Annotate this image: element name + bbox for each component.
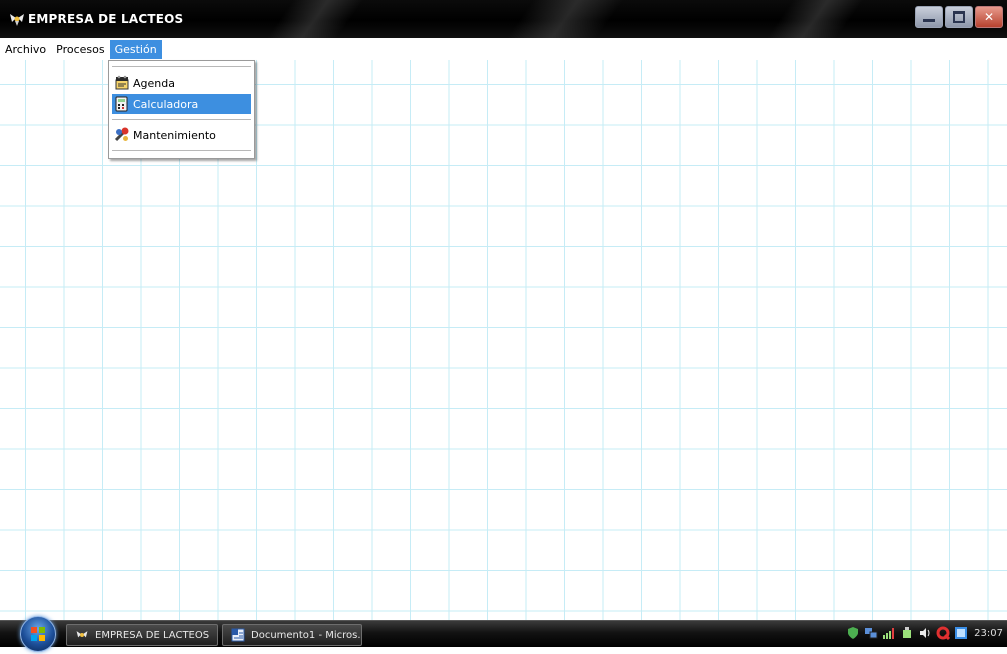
app-icon bbox=[76, 631, 88, 638]
taskbar-button-label: Documento1 - Micros... bbox=[251, 629, 362, 641]
menu-procesos[interactable]: Procesos bbox=[51, 40, 109, 59]
calculator-icon bbox=[115, 96, 128, 112]
menu-separator bbox=[112, 150, 251, 152]
taskbar-button-empresa[interactable]: EMPRESA DE LACTEOS bbox=[66, 624, 218, 646]
minimize-button[interactable] bbox=[915, 6, 943, 28]
system-clock[interactable]: 23:07 bbox=[974, 628, 1003, 639]
maintenance-icon bbox=[114, 127, 129, 142]
menu-item-mantenimiento[interactable]: Mantenimiento bbox=[112, 125, 251, 145]
system-tray: 23:07 bbox=[846, 626, 1003, 640]
network-icon[interactable] bbox=[864, 626, 878, 640]
taskbar: EMPRESA DE LACTEOS Documento1 - Micros..… bbox=[0, 616, 1007, 652]
signal-icon[interactable] bbox=[882, 626, 896, 640]
app-icon bbox=[10, 14, 24, 26]
minimize-icon bbox=[923, 19, 935, 22]
menu-item-label: Agenda bbox=[133, 76, 175, 90]
title-bar-decoration bbox=[506, 0, 624, 38]
messenger-icon[interactable] bbox=[954, 626, 968, 640]
gestion-dropdown-menu: Agenda Calculadora Mantenimiento bbox=[108, 60, 255, 159]
window-controls: ✕ bbox=[915, 6, 1003, 28]
maximize-button[interactable] bbox=[945, 6, 973, 28]
menu-bar: Archivo Procesos Gestión bbox=[0, 38, 1007, 60]
close-icon: ✕ bbox=[983, 10, 995, 24]
close-button[interactable]: ✕ bbox=[975, 6, 1003, 28]
taskbar-button-label: EMPRESA DE LACTEOS bbox=[95, 629, 210, 641]
volume-icon[interactable] bbox=[918, 626, 932, 640]
window-title: EMPRESA DE LACTEOS bbox=[28, 12, 184, 26]
word-document-icon bbox=[231, 628, 245, 642]
menu-archivo[interactable]: Archivo bbox=[0, 40, 51, 59]
start-button[interactable] bbox=[20, 616, 56, 652]
menu-item-calculadora[interactable]: Calculadora bbox=[112, 94, 251, 114]
menu-item-label: Mantenimiento bbox=[133, 128, 216, 142]
menu-gestion[interactable]: Gestión bbox=[109, 39, 162, 59]
title-bar: EMPRESA DE LACTEOS ✕ bbox=[0, 0, 1007, 38]
taskbar-button-documento[interactable]: Documento1 - Micros... bbox=[222, 624, 362, 646]
menu-item-agenda[interactable]: Agenda bbox=[112, 73, 251, 93]
menu-item-label: Calculadora bbox=[133, 97, 199, 111]
menu-separator bbox=[112, 66, 251, 68]
power-icon[interactable] bbox=[900, 626, 914, 640]
menu-separator bbox=[112, 119, 251, 121]
title-bar-decoration bbox=[266, 0, 364, 38]
security-shield-icon[interactable] bbox=[846, 626, 860, 640]
app-tray-icon[interactable] bbox=[936, 626, 951, 640]
title-bar-decoration bbox=[766, 0, 864, 38]
agenda-icon bbox=[115, 75, 129, 90]
maximize-icon bbox=[953, 11, 965, 23]
